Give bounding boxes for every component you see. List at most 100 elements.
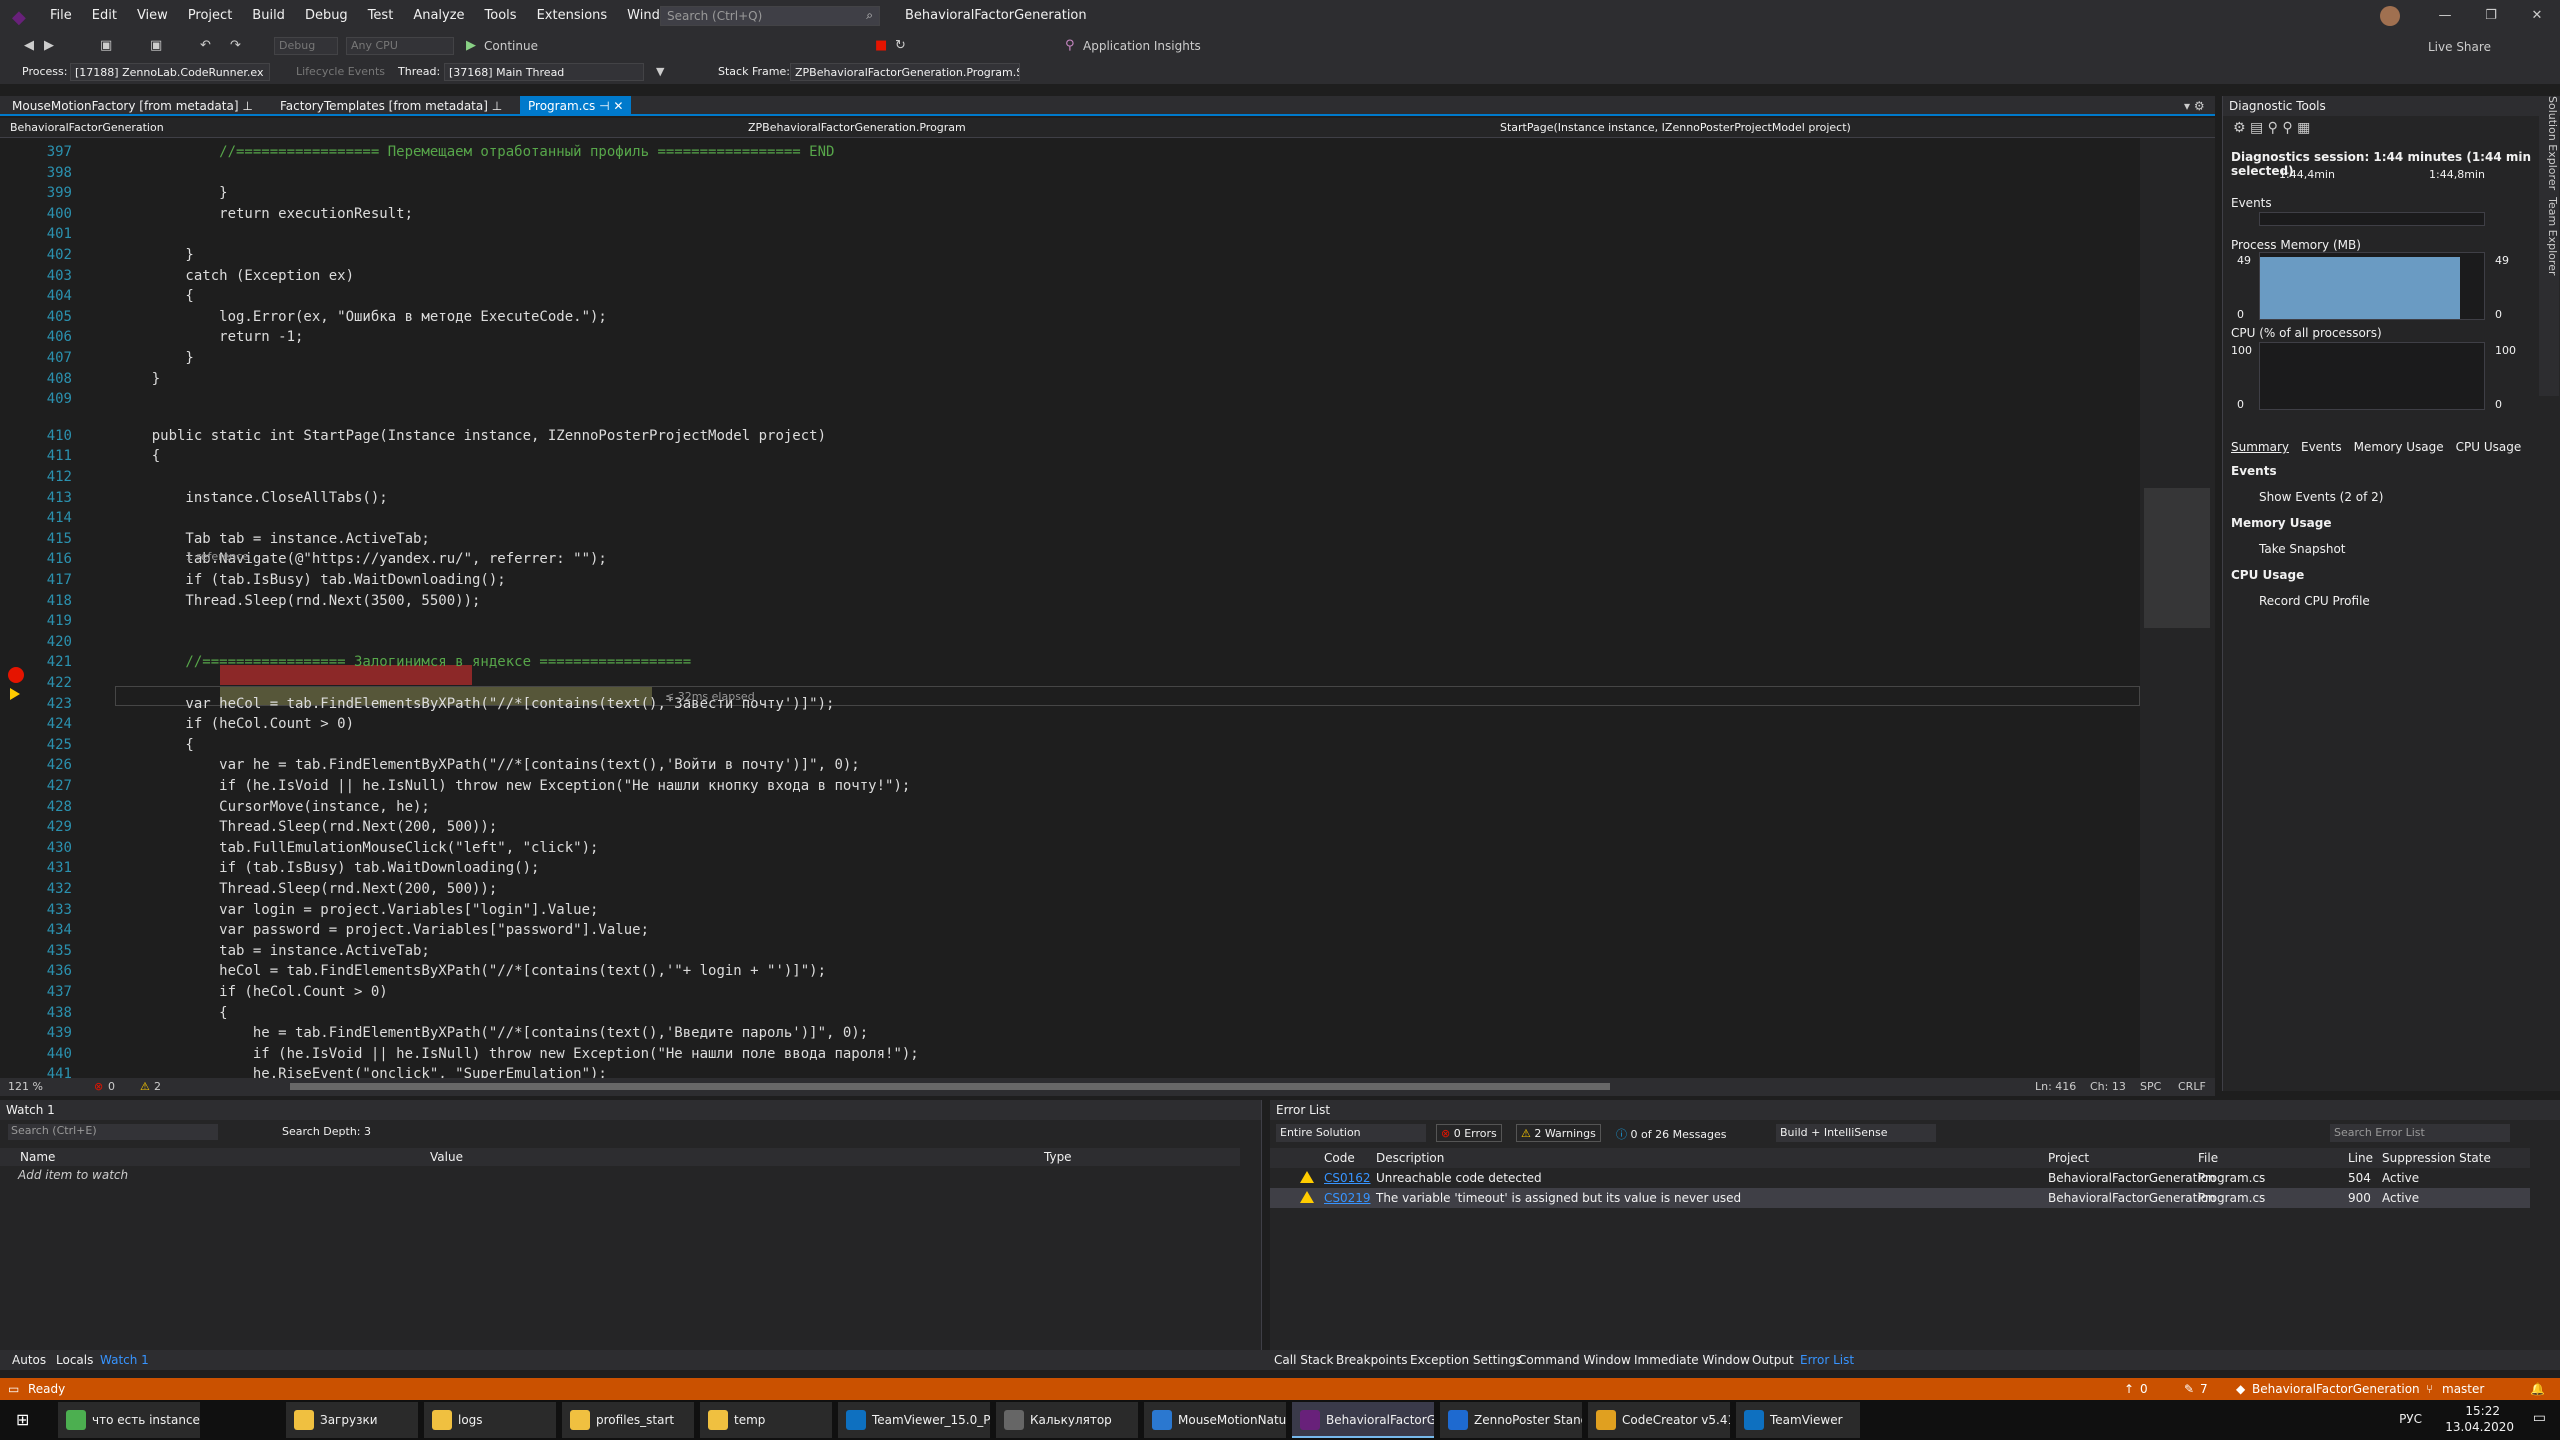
- app-insights-button[interactable]: Application Insights: [1083, 39, 1201, 53]
- code-line[interactable]: if (heCol.Count > 0): [118, 716, 354, 732]
- menu-file[interactable]: File: [40, 0, 82, 32]
- tab-events[interactable]: Events: [2301, 440, 2342, 454]
- line-endings[interactable]: CRLF: [2178, 1080, 2206, 1093]
- col-suppression[interactable]: Suppression State: [2382, 1151, 2491, 1165]
- taskbar-item[interactable]: CodeCreator v5.41....: [1588, 1402, 1730, 1438]
- publish-icon[interactable]: ↑: [2124, 1382, 2134, 1396]
- code-line[interactable]: if (tab.IsBusy) tab.WaitDownloading();: [118, 860, 539, 876]
- team-explorer-tab[interactable]: Team Explorer: [2546, 197, 2559, 275]
- menu-tools[interactable]: Tools: [475, 0, 527, 32]
- build-filter-select[interactable]: Build + IntelliSense: [1776, 1124, 1936, 1142]
- taskbar-item[interactable]: TeamViewer_15.0_P...: [838, 1402, 990, 1438]
- tab-output[interactable]: Output: [1752, 1353, 1794, 1367]
- notification-icon[interactable]: 🔔: [2530, 1382, 2545, 1396]
- back-icon[interactable]: ◀: [24, 38, 34, 53]
- code-line[interactable]: tab = instance.ActiveTab;: [118, 943, 430, 959]
- menu-view[interactable]: View: [127, 0, 178, 32]
- code-line[interactable]: Tab tab = instance.ActiveTab;: [118, 531, 429, 547]
- search-depth-select[interactable]: 3: [364, 1125, 371, 1138]
- perf-tip[interactable]: ≤ 32ms elapsed: [665, 690, 755, 703]
- col-file[interactable]: File: [2198, 1151, 2218, 1165]
- taskbar-item[interactable]: Калькулятор: [996, 1402, 1138, 1438]
- warnings-filter[interactable]: ⚠ 2 Warnings: [1516, 1124, 1601, 1142]
- menu-test[interactable]: Test: [358, 0, 404, 32]
- live-share-button[interactable]: Live Share: [2428, 40, 2491, 54]
- continue-icon[interactable]: ▶: [466, 38, 476, 53]
- code-line[interactable]: instance.CloseAllTabs();: [118, 490, 387, 506]
- table-row[interactable]: CS0219 The variable 'timeout' is assigne…: [1270, 1188, 2530, 1208]
- tab-watch1[interactable]: Watch 1: [100, 1353, 149, 1367]
- close-icon[interactable]: ✕: [2514, 0, 2560, 32]
- forward-icon[interactable]: ▶: [44, 38, 54, 53]
- taskbar-item[interactable]: ZennoPoster Stand...: [1440, 1402, 1582, 1438]
- code-line[interactable]: heCol = tab.FindElementsByXPath("//*[con…: [118, 963, 826, 979]
- code-line[interactable]: {: [118, 737, 193, 753]
- errors-filter[interactable]: ⊗ 0 Errors: [1436, 1124, 1502, 1142]
- col-project[interactable]: Project: [2048, 1151, 2089, 1165]
- tab-mouse-motion-factory[interactable]: MouseMotionFactory [from metadata] ⊥: [4, 96, 261, 116]
- taskbar-item[interactable]: profiles_start: [562, 1402, 694, 1438]
- tab-autos[interactable]: Autos: [12, 1353, 46, 1367]
- code-line[interactable]: {: [118, 448, 160, 464]
- tab-program-cs[interactable]: Program.cs ⊣ ✕: [520, 96, 632, 116]
- code-line[interactable]: var password = project.Variables["passwo…: [118, 922, 649, 938]
- code-line[interactable]: return -1;: [118, 329, 303, 345]
- code-line[interactable]: he.RiseEvent("onclick", "SuperEmulation"…: [118, 1066, 607, 1078]
- warning-count[interactable]: 2: [154, 1080, 161, 1093]
- code-line[interactable]: }: [118, 350, 193, 366]
- taskbar-item[interactable]: BehavioralFactorGe...: [1292, 1402, 1434, 1438]
- code-line[interactable]: if (he.IsVoid || he.IsNull) throw new Ex…: [118, 778, 910, 794]
- code-line[interactable]: he = tab.FindElementByXPath("//*[contain…: [118, 1025, 868, 1041]
- start-icon[interactable]: ⊞: [16, 1410, 29, 1429]
- tab-cpu-usage[interactable]: CPU Usage: [2456, 440, 2522, 454]
- lifecycle-button[interactable]: Lifecycle Events: [296, 65, 385, 78]
- nav-class-dropdown[interactable]: ZPBehavioralFactorGeneration.Program: [748, 121, 966, 134]
- minimap-viewport[interactable]: [2144, 488, 2210, 628]
- nav-project-dropdown[interactable]: BehavioralFactorGeneration: [10, 121, 164, 134]
- tab-command-window[interactable]: Command Window: [1518, 1353, 1631, 1367]
- tab-immediate-window[interactable]: Immediate Window: [1634, 1353, 1750, 1367]
- redo-icon[interactable]: ↷: [230, 38, 241, 53]
- thread-select[interactable]: [37168] Main Thread: [444, 63, 644, 81]
- tab-call-stack[interactable]: Call Stack: [1274, 1353, 1333, 1367]
- code-line[interactable]: }: [118, 185, 227, 201]
- take-snapshot-button[interactable]: Take Snapshot: [2259, 542, 2346, 556]
- col-code[interactable]: Code: [1324, 1151, 1355, 1165]
- clock-time[interactable]: 15:22: [2465, 1404, 2500, 1418]
- menu-extensions[interactable]: Extensions: [527, 0, 618, 32]
- settings-icon[interactable]: ⚙ ▤ ⚲ ⚲ ▦: [2233, 120, 2310, 136]
- tab-exception-settings[interactable]: Exception Settings: [1410, 1353, 1522, 1367]
- tab-overflow-icon[interactable]: ▾ ⚙: [2176, 96, 2213, 116]
- code-line[interactable]: if (heCol.Count > 0): [118, 984, 388, 1000]
- code-line[interactable]: return executionResult;: [118, 206, 413, 222]
- error-count[interactable]: 0: [108, 1080, 115, 1093]
- nav-member-dropdown[interactable]: StartPage(Instance instance, IZennoPoste…: [1500, 121, 1851, 134]
- memory-section[interactable]: Process Memory (MB): [2223, 238, 2361, 252]
- menu-analyze[interactable]: Analyze: [403, 0, 474, 32]
- memory-graph[interactable]: [2259, 252, 2485, 320]
- col-name[interactable]: Name: [20, 1150, 55, 1164]
- edit-icon[interactable]: ✎: [2184, 1382, 2194, 1396]
- tab-locals[interactable]: Locals: [56, 1353, 93, 1367]
- process-select[interactable]: [17188] ZennoLab.CodeRunner.ex: [70, 63, 270, 81]
- col-value[interactable]: Value: [430, 1150, 463, 1164]
- status-branch[interactable]: master: [2442, 1382, 2484, 1396]
- tab-summary[interactable]: Summary: [2231, 440, 2289, 454]
- pending-push[interactable]: 0: [2140, 1382, 2148, 1396]
- code-line[interactable]: log.Error(ex, "Ошибка в методе ExecuteCo…: [118, 309, 607, 325]
- events-track[interactable]: [2259, 212, 2485, 226]
- menu-debug[interactable]: Debug: [295, 0, 358, 32]
- code-line[interactable]: }: [118, 371, 160, 387]
- scope-select[interactable]: Entire Solution: [1276, 1124, 1426, 1142]
- code-line[interactable]: if (tab.IsBusy) tab.WaitDownloading();: [118, 572, 505, 588]
- solution-explorer-tab[interactable]: Solution Explorer: [2546, 96, 2559, 190]
- code-line[interactable]: //================= Залогинимся в яндекс…: [118, 654, 691, 670]
- error-search-input[interactable]: Search Error List: [2330, 1124, 2510, 1142]
- code-line[interactable]: //================= Перемещаем отработан…: [118, 144, 834, 160]
- record-cpu-button[interactable]: Record CPU Profile: [2259, 594, 2370, 608]
- menu-build[interactable]: Build: [242, 0, 295, 32]
- tab-factory-templates[interactable]: FactoryTemplates [from metadata] ⊥: [272, 96, 510, 116]
- taskbar-item[interactable]: temp: [700, 1402, 832, 1438]
- filter-icon[interactable]: ▼: [656, 65, 664, 78]
- config-select[interactable]: Debug: [274, 37, 338, 55]
